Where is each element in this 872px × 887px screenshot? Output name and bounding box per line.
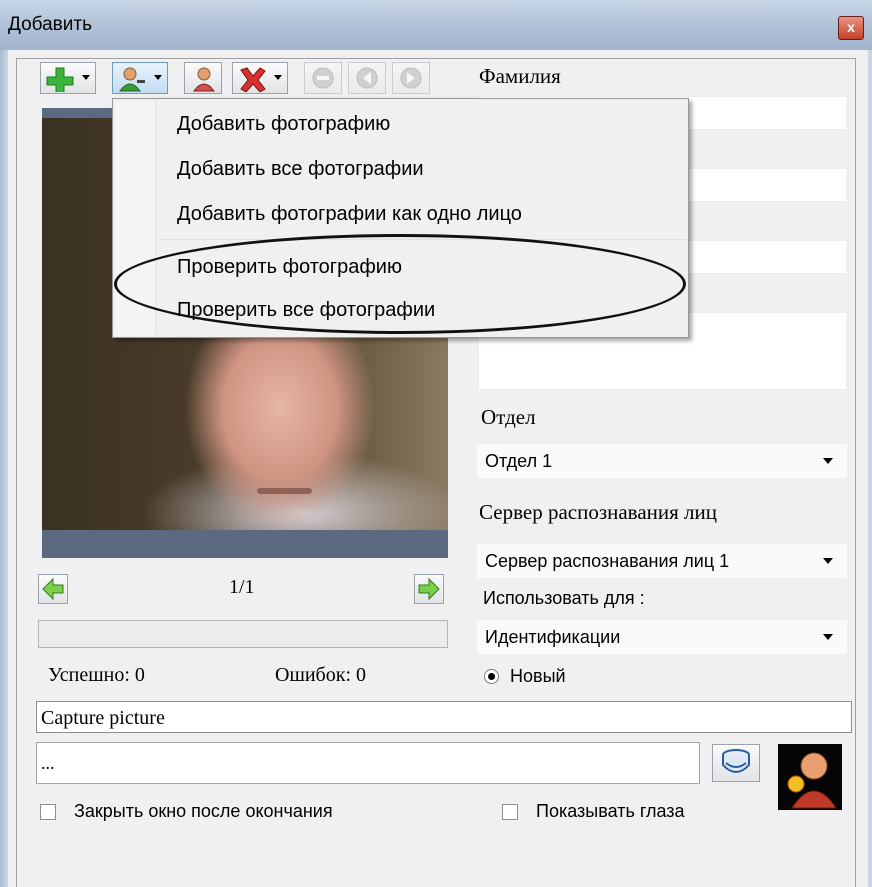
- department-select[interactable]: Отдел 1: [477, 444, 847, 478]
- chevron-down-icon: [823, 558, 833, 564]
- server-label: Сервер распознавания лиц: [479, 500, 717, 524]
- photo-counter: 1/1: [229, 576, 255, 598]
- success-count: Успешно: 0: [48, 664, 145, 686]
- show-eyes-label: Показывать глаза: [536, 801, 685, 821]
- face-detail: [257, 488, 312, 494]
- menu-gutter: [115, 101, 156, 335]
- arrow-right-icon: [418, 577, 440, 601]
- database-icon: [722, 749, 750, 773]
- window-border-left: [0, 50, 8, 887]
- add-person-button[interactable]: [40, 62, 96, 94]
- delete-button[interactable]: [232, 62, 288, 94]
- photo-footer: [42, 530, 448, 558]
- progress-bar: [38, 620, 448, 648]
- close-icon: x: [847, 19, 855, 35]
- add-photo-menu: Добавить фотографию Добавить все фотогра…: [112, 98, 689, 338]
- title-bar: Добавить x: [0, 0, 872, 50]
- menu-item-add-as-one-face[interactable]: Добавить фотографии как одно лицо: [177, 203, 522, 226]
- menu-item-check-photo[interactable]: Проверить фотографию: [177, 256, 402, 279]
- person-button[interactable]: [184, 62, 222, 94]
- minus-circle-icon: [312, 67, 334, 89]
- user-icon: [119, 67, 145, 92]
- close-button[interactable]: x: [838, 16, 864, 40]
- start-enroll-button[interactable]: [778, 744, 842, 810]
- capture-value: Capture picture: [41, 707, 165, 729]
- surname-label: Фамилия: [479, 64, 561, 88]
- close-after-checkbox[interactable]: [40, 804, 56, 820]
- arrow-left-icon: [42, 577, 64, 601]
- dialog-window: Добавить x Фамилия Отдел Отдел 1 Сервер …: [0, 0, 872, 887]
- menu-separator: [159, 239, 686, 240]
- back-button[interactable]: [348, 62, 386, 94]
- chevron-down-icon[interactable]: [82, 75, 90, 80]
- window-title: Добавить: [8, 14, 92, 35]
- browse-button[interactable]: [712, 744, 760, 782]
- show-eyes-checkbox[interactable]: [502, 804, 518, 820]
- use-for-label: Использовать для :: [483, 588, 645, 608]
- menu-item-add-all-photos[interactable]: Добавить все фотографии: [177, 158, 424, 181]
- chevron-down-icon: [823, 634, 833, 640]
- add-photo-button[interactable]: [112, 62, 168, 94]
- menu-item-add-photo[interactable]: Добавить фотографию: [177, 113, 390, 136]
- new-radio[interactable]: [484, 669, 499, 684]
- window-border-right: [868, 50, 872, 887]
- new-radio-label: Новый: [510, 666, 566, 686]
- red-x-icon: [240, 67, 266, 92]
- capture-field[interactable]: Capture picture: [36, 701, 852, 733]
- menu-item-check-all-photos[interactable]: Проверить все фотографии: [177, 299, 435, 322]
- department-label: Отдел: [481, 405, 536, 429]
- department-value: Отдел 1: [485, 451, 553, 471]
- use-for-select[interactable]: Идентификации: [477, 620, 847, 654]
- path-field[interactable]: ...: [36, 742, 700, 784]
- close-after-label: Закрыть окно после окончания: [74, 801, 333, 821]
- arrow-right-circle-icon: [400, 67, 422, 89]
- remove-button[interactable]: [304, 62, 342, 94]
- arrow-left-circle-icon: [356, 67, 378, 89]
- path-value: ...: [41, 753, 55, 773]
- green-plus-icon: [46, 67, 74, 92]
- use-for-value: Идентификации: [485, 627, 621, 647]
- chevron-down-icon[interactable]: [154, 75, 162, 80]
- next-photo-button[interactable]: [414, 574, 444, 604]
- chevron-down-icon: [823, 458, 833, 464]
- person-icon: [193, 67, 215, 92]
- prev-photo-button[interactable]: [38, 574, 68, 604]
- user-add-icon: [787, 752, 837, 809]
- server-value: Сервер распознавания лиц 1: [485, 551, 730, 571]
- forward-button[interactable]: [392, 62, 430, 94]
- chevron-down-icon[interactable]: [274, 75, 282, 80]
- server-select[interactable]: Сервер распознавания лиц 1: [477, 544, 847, 578]
- error-count: Ошибок: 0: [275, 664, 366, 686]
